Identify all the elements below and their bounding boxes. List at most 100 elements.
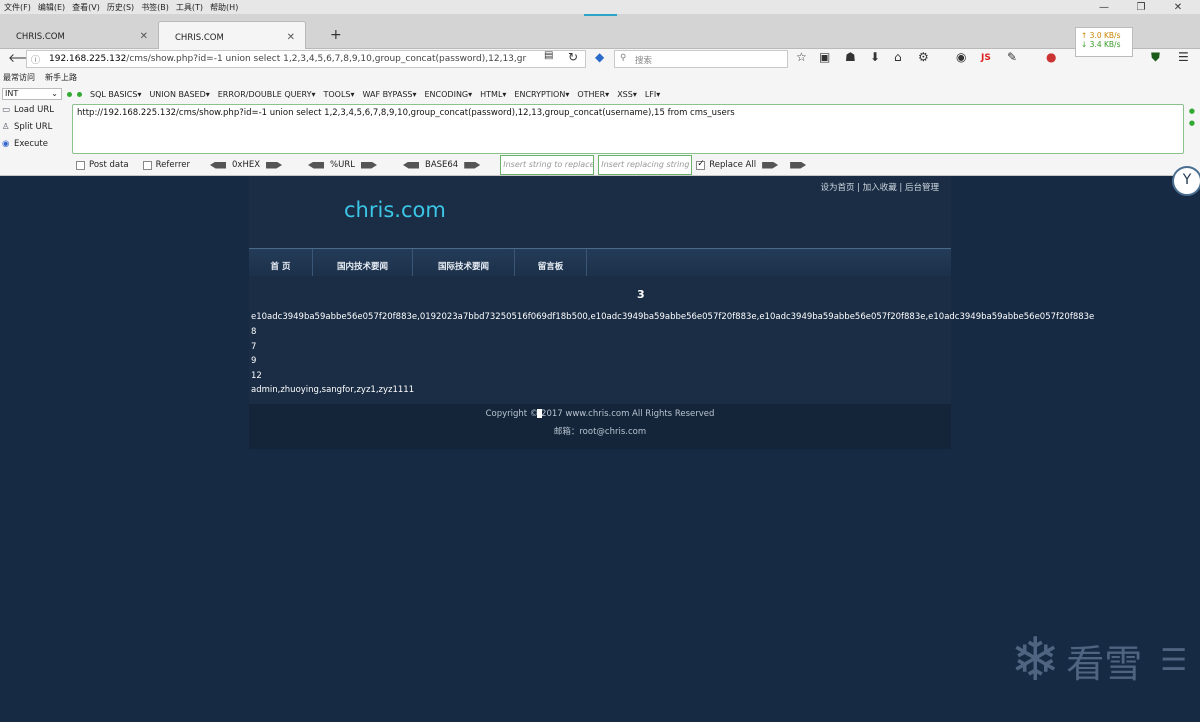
menu-union-based[interactable]: UNION BASED▾: [149, 90, 209, 99]
arrow-left-icon[interactable]: [402, 161, 419, 169]
referrer-toggle[interactable]: Referrer: [142, 160, 190, 170]
nav-home[interactable]: 首 页: [249, 249, 313, 276]
menu-history[interactable]: 历史(S): [107, 2, 134, 13]
int-select[interactable]: INT ⌄: [2, 88, 62, 100]
hex-encoder: 0xHEX: [204, 160, 288, 170]
js-icon[interactable]: JS: [981, 53, 991, 63]
close-window-icon[interactable]: ✕: [1163, 0, 1193, 13]
execute-label: Execute: [14, 139, 48, 149]
insert-string-input[interactable]: Insert string to replace: [500, 155, 595, 175]
new-tab-icon[interactable]: +: [314, 21, 342, 49]
replace-all-checkbox[interactable]: [696, 159, 706, 170]
extension-icon[interactable]: ⚙: [918, 50, 929, 64]
menu-help[interactable]: 帮助(H): [210, 2, 238, 13]
load-url-label: Load URL: [14, 105, 54, 115]
load-url-button[interactable]: ▭ Load URL: [2, 105, 54, 115]
insert-replacing-input[interactable]: Insert replacing string: [598, 155, 693, 175]
menu-html[interactable]: HTML▾: [480, 90, 506, 99]
close-tab-icon[interactable]: ✕: [140, 31, 148, 42]
split-url-icon: ♙: [2, 122, 10, 132]
arrow-right-icon[interactable]: [762, 161, 779, 169]
menu-view[interactable]: 查看(V): [72, 2, 100, 13]
content-line: 12: [251, 371, 262, 381]
tool-icon[interactable]: ✎: [1007, 50, 1017, 64]
split-url-button[interactable]: ♙ Split URL: [2, 122, 52, 132]
status-led: [77, 91, 82, 97]
bookmarks-toolbar: 最常访问 新手上路: [0, 69, 1200, 86]
close-tab-icon[interactable]: ✕: [287, 32, 295, 43]
menu-lines-icon: ☰: [1160, 642, 1188, 678]
post-data-toggle[interactable]: Post data: [76, 160, 129, 170]
arrow-right-icon[interactable]: [790, 161, 807, 169]
copyright: Copyright © 2017 www.chris.com All Right…: [485, 409, 715, 419]
referrer-checkbox[interactable]: [142, 160, 152, 170]
hamburger-menu-icon[interactable]: ☰: [1178, 50, 1189, 64]
arrow-left-icon[interactable]: [210, 161, 226, 169]
addon-icon[interactable]: ◉: [956, 50, 966, 64]
top-links[interactable]: 设为首页 | 加入收藏 | 后台管理: [820, 181, 939, 193]
shield-icon[interactable]: ⛊: [1151, 50, 1160, 65]
execute-icon: ◉: [2, 139, 10, 149]
base64-encoder: BASE64: [397, 160, 486, 170]
url-path: /cms/show.php?id=-1 union select 1,2,3,4…: [126, 54, 527, 64]
restore-icon[interactable]: ❐: [1126, 0, 1156, 13]
nav-domestic-news[interactable]: 国内技术要闻: [313, 249, 413, 276]
menu-xss[interactable]: XSS▾: [617, 90, 637, 99]
menu-encoding[interactable]: ENCODING▾: [425, 90, 473, 99]
tab-2-active[interactable]: CHRIS.COM ✕: [158, 21, 306, 49]
home-icon[interactable]: ⌂: [894, 50, 902, 64]
watermark: ❄ 看雪 ☰: [1010, 630, 1187, 690]
menu-sql-basics[interactable]: SQL BASICS▾: [90, 90, 141, 99]
ublock-icon[interactable]: ●: [1046, 50, 1056, 64]
menu-other[interactable]: OTHER▾: [577, 90, 609, 99]
content-line: 8: [251, 327, 257, 337]
floating-logo-icon[interactable]: Y: [1172, 166, 1200, 196]
site-footer: Copyright © 2017 www.chris.com All Right…: [249, 404, 951, 449]
arrow-right-icon[interactable]: [266, 161, 283, 169]
nav-guestbook[interactable]: 留言板: [515, 249, 587, 276]
menu-edit[interactable]: 编辑(E): [38, 2, 65, 13]
pocket-icon[interactable]: ☗: [845, 50, 856, 64]
menu-waf-bypass[interactable]: WAF BYPASS▾: [363, 90, 417, 99]
star-icon[interactable]: ☆: [796, 50, 807, 64]
hackbar-panel: INT ⌄ SQL BASICS▾ UNION BASED▾ ERROR/DOUB…: [0, 86, 1200, 176]
menu-file[interactable]: 文件(F): [4, 2, 31, 13]
menu-error-double-query[interactable]: ERROR/DOUBLE QUERY▾: [218, 90, 316, 99]
minimize-icon[interactable]: —: [1089, 0, 1119, 13]
clipboard-icon[interactable]: ▣: [819, 50, 830, 64]
reload-icon[interactable]: ↻: [568, 50, 578, 64]
site-title: chris.com: [344, 198, 446, 222]
menu-encryption[interactable]: ENCRYPTION▾: [514, 90, 569, 99]
int-select-value: INT: [5, 89, 19, 98]
menu-tools[interactable]: 工具(T): [176, 2, 203, 13]
network-speed-widget: ↑ 3.0 KB/s ↓ 3.4 KB/s: [1075, 27, 1133, 57]
url-bar[interactable]: ⓘ 192.168.225.132/cms/show.php?id=-1 uni…: [26, 50, 586, 68]
nav-international-news[interactable]: 国际技术要闻: [413, 249, 515, 276]
execute-button[interactable]: ◉ Execute: [2, 139, 48, 149]
tab-bar: CHRIS.COM ✕ CHRIS.COM ✕ +: [0, 14, 1200, 49]
menu-bookmarks[interactable]: 书签(B): [141, 2, 169, 13]
tab-2-title: CHRIS.COM: [175, 33, 224, 43]
info-icon[interactable]: ⓘ: [31, 53, 40, 66]
search-engine-icon[interactable]: ◆: [595, 50, 604, 64]
text-cursor: [537, 409, 542, 418]
arrow-right-icon[interactable]: [464, 161, 481, 169]
tab-1[interactable]: CHRIS.COM ✕: [0, 21, 158, 49]
bookmark-most-visited[interactable]: 最常访问: [3, 72, 35, 83]
post-data-checkbox[interactable]: [76, 160, 85, 170]
bookmark-getting-started[interactable]: 新手上路: [45, 72, 77, 83]
site-nav: 首 页 国内技术要闻 国际技术要闻 留言板: [249, 248, 951, 276]
download-icon[interactable]: ⬇: [870, 50, 880, 64]
menu-tools[interactable]: TOOLS▾: [323, 90, 354, 99]
split-url-label: Split URL: [14, 122, 53, 132]
menu-lfi[interactable]: LFI▾: [645, 90, 660, 99]
reader-icon[interactable]: ▤: [544, 50, 553, 61]
load-url-icon: ▭: [2, 105, 11, 115]
hackbar-url-textarea[interactable]: http://192.168.225.132/cms/show.php?id=-…: [72, 104, 1184, 154]
arrow-left-icon[interactable]: [308, 161, 325, 169]
contact-email: 邮箱：root@chris.com: [553, 427, 647, 437]
search-input[interactable]: ⚲ 搜索: [614, 50, 788, 68]
snowflake-icon: ❄: [1010, 625, 1061, 695]
arrow-right-icon[interactable]: [360, 161, 377, 169]
replace-all-toggle[interactable]: Replace All: [696, 159, 812, 170]
